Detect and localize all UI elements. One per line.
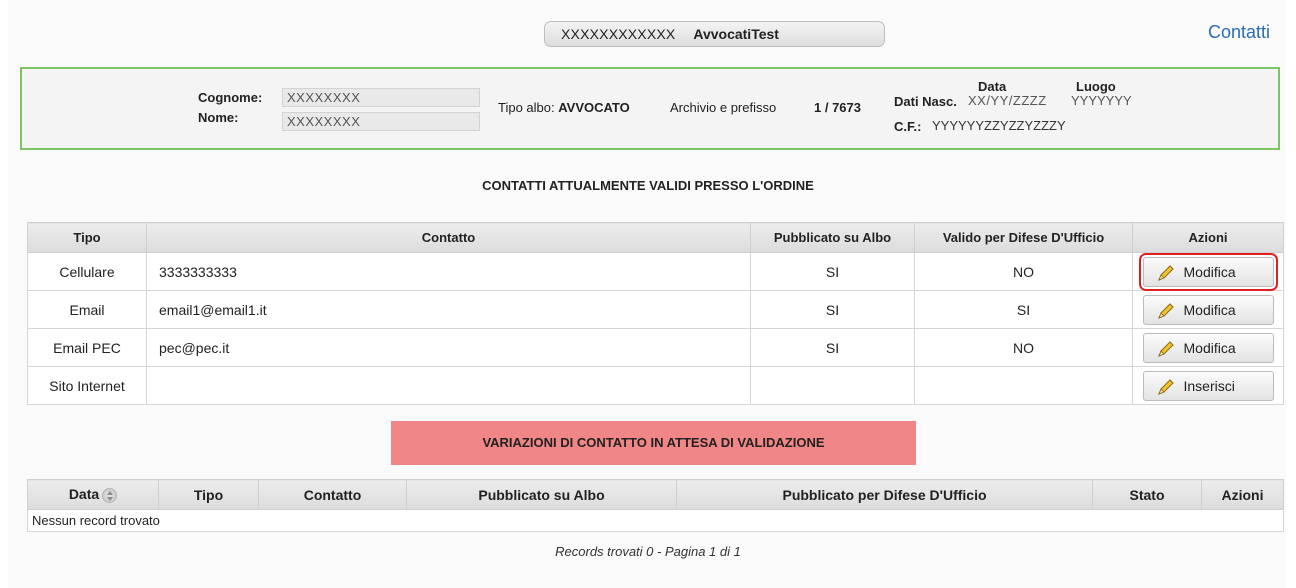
- modifica-button[interactable]: Modifica: [1138, 252, 1278, 291]
- pencil-icon: [1157, 303, 1174, 319]
- cell-contatto: 3333333333: [146, 252, 751, 291]
- tipo-albo-label: Tipo albo:: [498, 100, 555, 115]
- col-header-contatto: Contatto: [258, 479, 407, 510]
- cell-tipo: Email: [27, 290, 147, 329]
- col-header-tipo: Tipo: [158, 479, 259, 510]
- variations-header-row: Data Tipo Contatto Pubblicato su Albo Pu…: [27, 479, 1284, 510]
- cell-azioni: Inserisci: [1132, 366, 1284, 405]
- page-container: XXXXXXXXXXXX AvvocatiTest Contatti Cogno…: [8, 0, 1286, 588]
- col-header-contatto: Contatto: [146, 222, 751, 253]
- col-header-pubblicato-difese: Pubblicato per Difese D'Ufficio: [676, 479, 1093, 510]
- col-header-valido: Valido per Difese D'Ufficio: [914, 222, 1133, 253]
- col-header-pubblicato: Pubblicato su Albo: [750, 222, 915, 253]
- col-header-data[interactable]: Data: [27, 479, 159, 510]
- cf-label: C.F.:: [894, 119, 922, 134]
- cognome-label: Cognome:: [198, 90, 263, 105]
- table-row: Email email1@email1.it SI SI Modifica: [27, 290, 1284, 329]
- cell-pubblicato: SI: [750, 290, 915, 329]
- pencil-icon: [1157, 341, 1174, 357]
- col-header-azioni: Azioni: [1201, 479, 1284, 510]
- cell-valido: SI: [914, 290, 1133, 329]
- nome-field: XXXXXXXX: [282, 112, 480, 131]
- table-row: Email PEC pec@pec.it SI NO Modifica: [27, 328, 1284, 367]
- table-row: Cellulare 3333333333 SI NO Modifica: [27, 252, 1284, 291]
- pencil-icon: [1157, 379, 1174, 395]
- contacts-link[interactable]: Contatti: [1208, 22, 1270, 43]
- cell-valido: [914, 366, 1133, 405]
- cell-pubblicato: [750, 366, 915, 405]
- col-header-stato: Stato: [1092, 479, 1202, 510]
- table-row: Sito Internet Inserisci: [27, 366, 1284, 405]
- luogo-nascita-value: YYYYYYY: [1071, 93, 1132, 108]
- user-pill: XXXXXXXXXXXX AvvocatiTest: [544, 21, 885, 47]
- cell-tipo: Sito Internet: [27, 366, 147, 405]
- inserisci-button-label: Inserisci: [1183, 377, 1235, 394]
- archivio-label: Archivio e prefisso: [670, 100, 777, 115]
- tipo-albo-value: AVVOCATO: [558, 100, 630, 115]
- nome-label: Nome:: [198, 110, 239, 125]
- cell-tipo: Cellulare: [27, 252, 147, 291]
- luogo-label: Luogo: [1076, 79, 1116, 94]
- col-header-data-label: Data: [68, 486, 100, 503]
- person-info-panel: Cognome: XXXXXXXX Nome: XXXXXXXX Tipo al…: [20, 67, 1280, 150]
- contacts-section-title: CONTATTI ATTUALMENTE VALIDI PRESSO L'ORD…: [482, 178, 814, 193]
- cell-tipo: Email PEC: [27, 328, 147, 367]
- contacts-header-row: Tipo Contatto Pubblicato su Albo Valido …: [27, 222, 1284, 253]
- user-code: XXXXXXXXXXXX: [561, 26, 676, 42]
- cell-contatto: email1@email1.it: [146, 290, 751, 329]
- cell-azioni: Modifica: [1132, 328, 1284, 367]
- cognome-field: XXXXXXXX: [282, 88, 480, 107]
- col-header-azioni: Azioni: [1132, 222, 1284, 253]
- cell-contatto: pec@pec.it: [146, 328, 751, 367]
- variations-table: Data Tipo Contatto Pubblicato su Albo Pu…: [27, 479, 1284, 532]
- pencil-icon: [1157, 265, 1174, 281]
- inserisci-button[interactable]: Inserisci: [1142, 370, 1274, 401]
- archivio-value: 1 / 7673: [814, 100, 861, 115]
- data-nascita-value: XX/YY/ZZZZ: [968, 93, 1047, 108]
- modifica-button[interactable]: Modifica: [1142, 294, 1274, 325]
- cell-pubblicato: SI: [750, 328, 915, 367]
- cell-azioni: Modifica: [1132, 252, 1284, 291]
- data-label: Data: [978, 79, 1007, 94]
- modifica-button[interactable]: Modifica: [1142, 332, 1274, 363]
- modifica-button-label: Modifica: [1183, 339, 1236, 356]
- col-header-tipo: Tipo: [27, 222, 147, 253]
- cell-valido: NO: [914, 252, 1133, 291]
- username: AvvocatiTest: [693, 26, 779, 42]
- contacts-table: Tipo Contatto Pubblicato su Albo Valido …: [27, 222, 1284, 405]
- empty-message: Nessun record trovato: [27, 509, 1284, 532]
- dati-nasc-label: Dati Nasc.: [894, 94, 957, 109]
- sort-icon[interactable]: [102, 487, 118, 503]
- col-header-pubblicato-albo: Pubblicato su Albo: [406, 479, 677, 510]
- modifica-button-label: Modifica: [1183, 263, 1236, 280]
- modifica-button-label: Modifica: [1183, 301, 1236, 318]
- table-row: Nessun record trovato: [27, 509, 1284, 532]
- cell-valido: NO: [914, 328, 1133, 367]
- tipo-albo: Tipo albo: AVVOCATO: [498, 100, 630, 115]
- cell-azioni: Modifica: [1132, 290, 1284, 329]
- cell-pubblicato: SI: [750, 252, 915, 291]
- cell-contatto: [146, 366, 751, 405]
- records-footer: Records trovati 0 - Pagina 1 di 1: [555, 544, 741, 559]
- variations-banner: VARIAZIONI DI CONTATTO IN ATTESA DI VALI…: [391, 421, 916, 465]
- cf-value: YYYYYYZZYZZYZZZY: [932, 118, 1066, 133]
